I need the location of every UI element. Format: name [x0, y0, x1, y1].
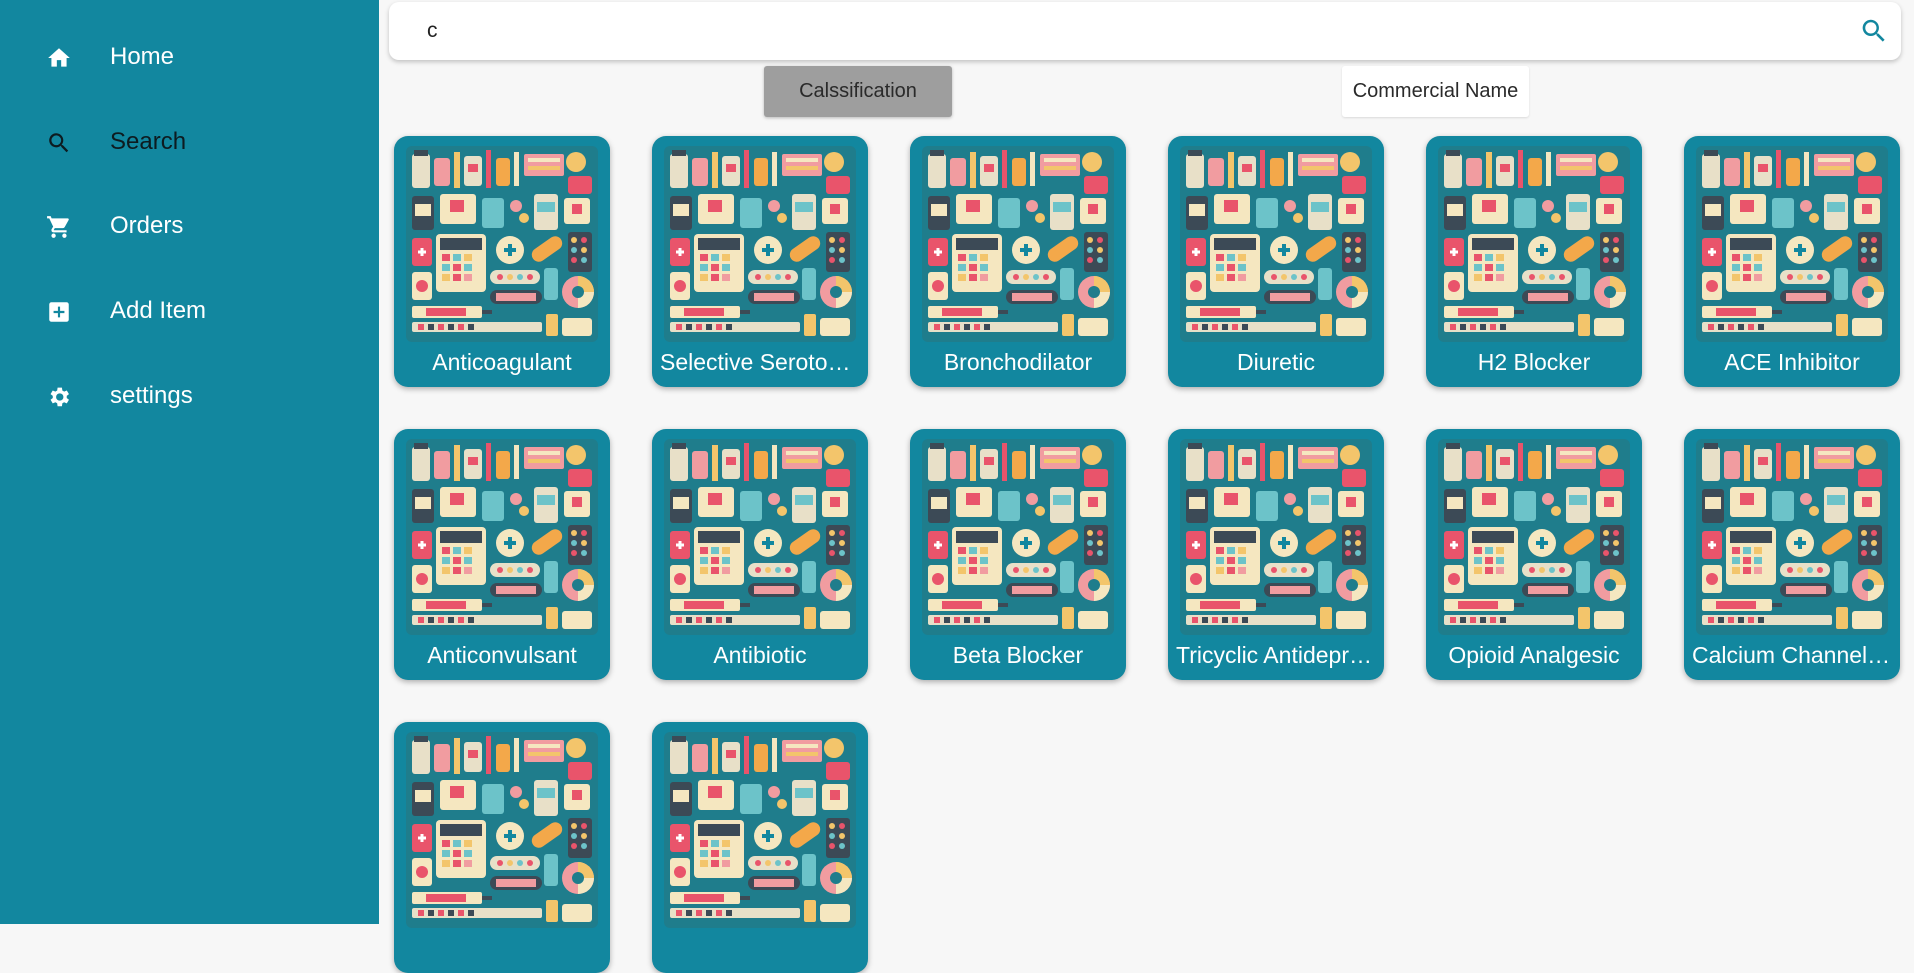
medicine-collage-image	[1438, 439, 1630, 635]
category-card[interactable]: Diuretic	[1168, 136, 1384, 387]
sidebar-item-home[interactable]: Home	[0, 27, 379, 87]
sidebar-item-settings[interactable]: settings	[0, 366, 379, 426]
medicine-collage-image	[664, 732, 856, 928]
category-card[interactable]: Anticoagulant	[394, 136, 610, 387]
home-icon	[48, 48, 70, 67]
category-card-label: Calcium Channel Blocker	[1692, 642, 1892, 668]
category-card[interactable]: ACE Inhibitor	[1684, 136, 1900, 387]
sidebar-item-label: Home	[110, 43, 175, 70]
medicine-collage-image	[1696, 439, 1888, 635]
medicine-collage-image	[922, 439, 1114, 635]
category-card-label: ACE Inhibitor	[1724, 349, 1860, 375]
medicine-collage-image	[406, 439, 598, 635]
medicine-collage-image	[1180, 146, 1372, 342]
gear-icon	[50, 387, 69, 407]
search-input[interactable]	[427, 12, 1827, 50]
category-card-label	[660, 928, 860, 968]
medicine-collage-image	[664, 439, 856, 635]
sidebar: Home Search Orders Add Item settings	[0, 0, 379, 924]
category-card[interactable]: Calcium Channel Blocker	[1684, 429, 1900, 680]
category-card-label: Anticonvulsant	[427, 642, 577, 668]
category-card-label: Antibiotic	[713, 642, 807, 668]
sidebar-item-search[interactable]: Search	[0, 112, 379, 172]
main-content: Calssification Commercial Name Anticoagu…	[379, 0, 1914, 973]
category-card-label: Tricyclic Antidepressant	[1176, 642, 1376, 668]
sidebar-item-orders[interactable]: Orders	[0, 196, 379, 256]
category-card[interactable]: Antibiotic	[652, 429, 868, 680]
medicine-collage-image	[1180, 439, 1372, 635]
category-card[interactable]: Bronchodilator	[910, 136, 1126, 387]
category-card-label: Diuretic	[1237, 349, 1315, 375]
category-card-label	[402, 928, 602, 968]
sidebar-item-add-item[interactable]: Add Item	[0, 281, 379, 341]
sidebar-item-label: settings	[110, 382, 193, 409]
medicine-collage-image	[406, 146, 598, 342]
category-card-label: Anticoagulant	[432, 349, 572, 375]
sidebar-item-label: Orders	[110, 212, 184, 239]
category-card-label: Opioid Analgesic	[1448, 642, 1620, 668]
commercial-name-filter-button[interactable]: Commercial Name	[1342, 66, 1529, 117]
sidebar-item-label: Search	[110, 128, 187, 155]
search-bar	[389, 2, 1901, 60]
category-card[interactable]: H2 Blocker	[1426, 136, 1642, 387]
medicine-collage-image	[922, 146, 1114, 342]
medicine-collage-image	[1696, 146, 1888, 342]
medicine-collage-image	[664, 146, 856, 342]
classification-filter-button[interactable]: Calssification	[764, 66, 952, 117]
category-card-label: Selective Serotonin Reuptake Inhibitor	[660, 349, 860, 375]
category-card[interactable]	[394, 722, 610, 973]
search-icon	[49, 133, 69, 153]
category-card-label: H2 Blocker	[1477, 349, 1591, 375]
cart-icon	[47, 216, 69, 238]
category-card-label: Bronchodilator	[943, 349, 1093, 375]
search-icon[interactable]	[1859, 16, 1889, 46]
category-card[interactable]: Opioid Analgesic	[1426, 429, 1642, 680]
category-card[interactable]	[652, 722, 868, 973]
add-box-icon	[49, 302, 69, 322]
category-card-label: Beta Blocker	[952, 642, 1084, 668]
medicine-collage-image	[1438, 146, 1630, 342]
sidebar-item-label: Add Item	[110, 297, 207, 324]
medicine-collage-image	[406, 732, 598, 928]
category-card[interactable]: Tricyclic Antidepressant	[1168, 429, 1384, 680]
category-card[interactable]: Beta Blocker	[910, 429, 1126, 680]
category-card[interactable]: Anticonvulsant	[394, 429, 610, 680]
category-card[interactable]: Selective Serotonin Reuptake Inhibitor	[652, 136, 868, 387]
